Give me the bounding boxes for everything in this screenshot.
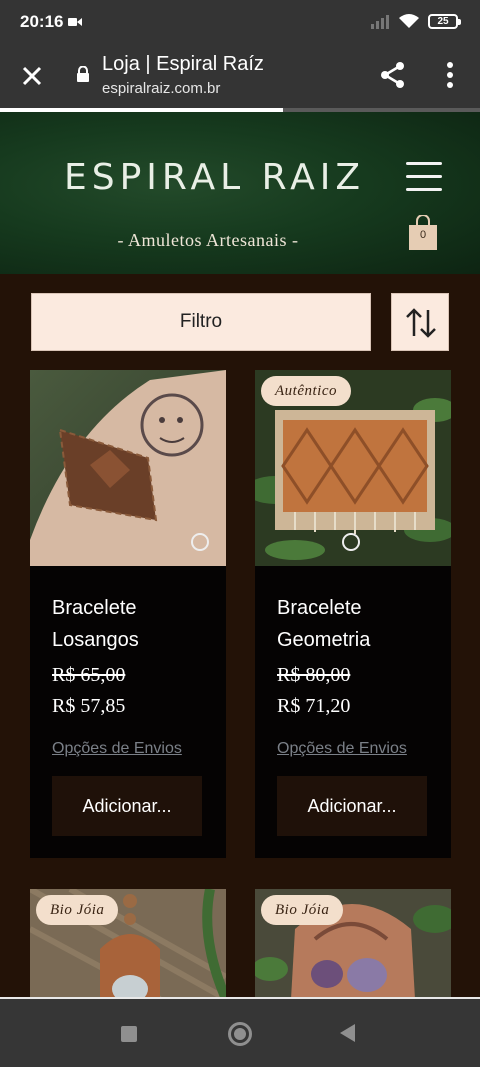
home-icon[interactable] <box>228 1022 252 1046</box>
product-info: Bracelete Geometria R$ 80,00 R$ 71,20 Op… <box>255 566 451 858</box>
sort-button[interactable] <box>391 293 449 351</box>
page-url[interactable]: espiralraiz.com.br <box>102 80 220 97</box>
product-sale-price: R$ 57,85 <box>52 695 126 717</box>
product-card[interactable]: Bio Jóia <box>255 889 451 999</box>
site-tagline: - Amuletos Artesanais - <box>117 230 299 250</box>
product-badge: Bio Jóia <box>261 895 344 925</box>
battery-icon: 25 <box>428 13 461 29</box>
product-badge: Bio Jóia <box>36 895 119 925</box>
product-sale-price: R$ 71,20 <box>277 695 351 717</box>
site-header: ESPIRAL RAIZ - Amuletos Artesanais - 0 <box>0 112 480 274</box>
add-to-cart-button[interactable]: Adicionar... <box>277 776 427 836</box>
product-original-price: R$ 80,00 <box>277 664 351 686</box>
more-options-icon[interactable] <box>438 60 462 90</box>
product-original-price: R$ 65,00 <box>52 664 126 686</box>
filter-button[interactable]: Filtro <box>31 293 371 351</box>
product-image[interactable] <box>30 370 226 566</box>
page-title[interactable]: Loja | Espiral Raíz <box>102 53 264 76</box>
signal-icon <box>371 15 389 29</box>
status-bar: 20:16 25 <box>0 0 480 46</box>
site-logo[interactable]: ESPIRAL RAIZ <box>64 157 365 198</box>
lock-icon <box>77 66 89 82</box>
cart-count: 0 <box>419 229 427 241</box>
share-icon[interactable] <box>378 60 408 90</box>
product-name-line2[interactable]: Losangos <box>52 624 226 656</box>
product-card[interactable]: Bio Jóia <box>30 889 226 999</box>
cart-button[interactable]: 0 <box>408 214 438 251</box>
recent-apps-icon[interactable] <box>121 1026 137 1042</box>
product-image[interactable]: Autêntico <box>255 370 451 566</box>
system-nav-bar <box>0 999 480 1067</box>
status-time: 20:16 <box>20 12 64 31</box>
product-card[interactable]: Bracelete Losangos R$ 65,00 R$ 57,85 Opç… <box>30 370 226 858</box>
shipping-options-link[interactable]: Opções de Envios <box>52 740 226 758</box>
product-image[interactable]: Bio Jóia <box>30 889 226 999</box>
wifi-icon <box>399 14 419 28</box>
product-badge: Autêntico <box>261 376 351 406</box>
menu-icon[interactable] <box>406 162 442 192</box>
product-name-line2[interactable]: Geometria <box>277 624 451 656</box>
product-name-line1[interactable]: Bracelete <box>52 592 226 624</box>
bracelet-photo-image <box>30 370 226 566</box>
shipping-options-link[interactable]: Opções de Envios <box>277 740 451 758</box>
product-info: Bracelete Losangos R$ 65,00 R$ 57,85 Opç… <box>30 566 226 858</box>
product-image[interactable]: Bio Jóia <box>255 889 451 999</box>
browser-toolbar: Loja | Espiral Raíz espiralraiz.com.br <box>0 46 480 108</box>
add-to-cart-button[interactable]: Adicionar... <box>52 776 202 836</box>
video-camera-icon <box>68 18 82 26</box>
sort-icon <box>406 308 436 338</box>
product-name-line1[interactable]: Bracelete <box>277 592 451 624</box>
back-icon[interactable] <box>340 1024 355 1042</box>
close-icon[interactable] <box>18 62 46 90</box>
product-card[interactable]: Autêntico Bracelete Geometria R$ 80,00 R… <box>255 370 451 858</box>
